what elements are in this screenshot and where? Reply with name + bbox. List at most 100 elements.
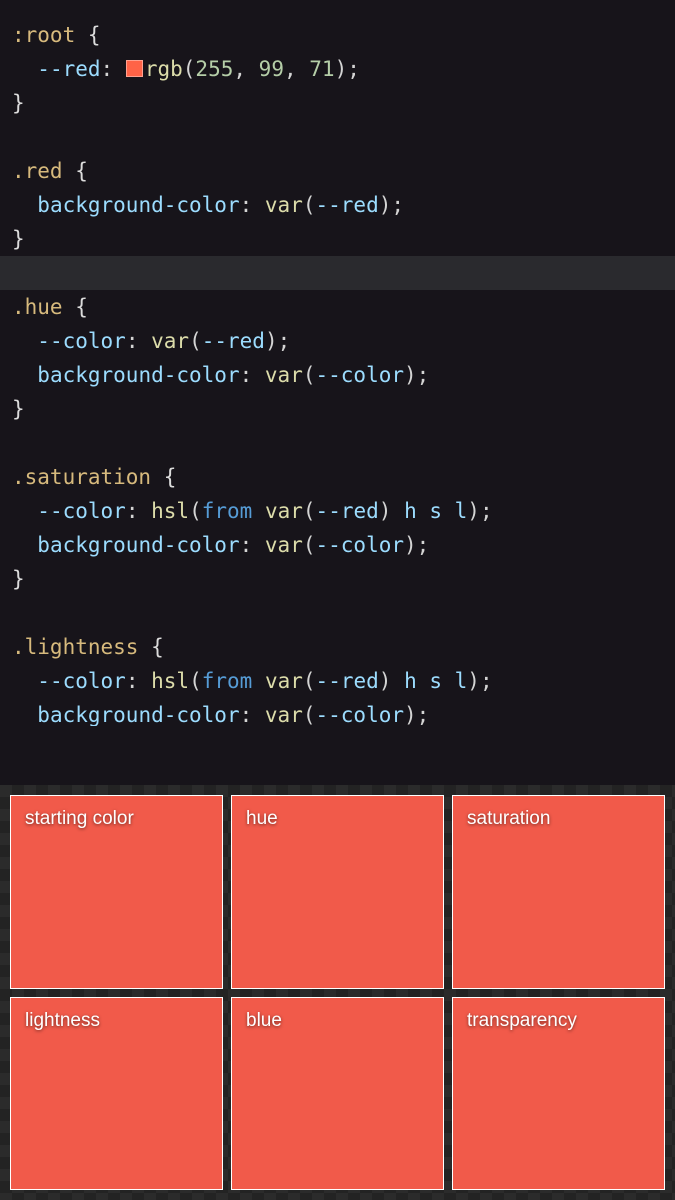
punct-token: ( [183,57,196,81]
swatch-label: blue [246,1010,282,1031]
punct-token: : [101,57,114,81]
prop-token: background-color [37,533,239,557]
code-editor[interactable]: :root { --red: rgb(255, 99, 71); } .red … [0,0,675,785]
punct-token: , [233,57,246,81]
code-line[interactable]: background-color: var(--color); [12,698,663,726]
func-token: var [265,533,303,557]
func-token: var [265,363,303,387]
punct-token: ( [303,703,316,726]
code-line[interactable]: --color: hsl(from var(--red) h s l); [12,664,663,698]
punct-token: ); [404,703,429,726]
brace-token: } [12,567,25,591]
prop-token: background-color [37,363,239,387]
swatch-label: lightness [25,1010,100,1031]
punct-token: ( [189,669,202,693]
color-swatch-icon[interactable] [126,60,143,77]
punct-token: ); [335,57,360,81]
brace-token: { [88,23,101,47]
code-line[interactable] [12,426,663,460]
code-line-highlighted[interactable] [0,256,675,290]
ident-token: h s l [404,669,467,693]
code-line[interactable]: } [12,392,663,426]
css-var-token: --color [37,669,126,693]
css-var-token: --red [316,193,379,217]
punct-token: ); [265,329,290,353]
brace-token: { [151,635,164,659]
code-line[interactable]: background-color: var(--red); [12,188,663,222]
code-line[interactable]: --color: hsl(from var(--red) h s l); [12,494,663,528]
punct-token: ( [303,363,316,387]
selector-token: .saturation [12,465,151,489]
code-line[interactable]: --color: var(--red); [12,324,663,358]
swatch-transparency: transparency [452,997,665,1191]
punct-token: : [240,193,253,217]
brace-token: { [164,465,177,489]
css-var-token: --color [316,533,405,557]
brace-token: } [12,227,25,251]
keyword-token: from [202,669,253,693]
swatch-hue: hue [231,795,444,989]
css-var-token: --color [37,499,126,523]
punct-token: ) [379,669,392,693]
swatch-label: starting color [25,808,134,829]
swatch-blue: blue [231,997,444,1191]
code-line[interactable]: --red: rgb(255, 99, 71); [12,52,663,86]
selector-token: .red [12,159,63,183]
css-var-token: --red [202,329,265,353]
swatch-label: hue [246,808,278,829]
func-token: hsl [151,669,189,693]
punct-token: , [284,57,297,81]
punct-token: ); [404,363,429,387]
swatch-label: transparency [467,1010,577,1031]
brace-token: { [75,295,88,319]
num-token: 99 [259,57,284,81]
punct-token: ); [404,533,429,557]
code-line[interactable]: .hue { [12,290,663,324]
punct-token: ( [303,669,316,693]
code-line[interactable]: background-color: var(--color); [12,528,663,562]
css-var-token: --color [316,703,405,726]
code-line[interactable] [12,596,663,630]
css-var-token: --color [37,329,126,353]
code-line[interactable]: } [12,562,663,596]
punct-token: ( [303,533,316,557]
punct-token: ( [303,499,316,523]
selector-token: :root [12,23,75,47]
punct-token: : [126,499,139,523]
code-line[interactable]: .red { [12,154,663,188]
brace-token: } [12,91,25,115]
code-line[interactable]: } [12,222,663,256]
code-line[interactable]: :root { [12,18,663,52]
num-token: 71 [309,57,334,81]
ident-token: h s l [404,499,467,523]
punct-token: ( [189,329,202,353]
code-line[interactable]: .lightness { [12,630,663,664]
code-line[interactable]: background-color: var(--color); [12,358,663,392]
css-var-token: --red [316,499,379,523]
func-token: rgb [145,57,183,81]
func-token: var [265,703,303,726]
selector-token: .hue [12,295,63,319]
func-token: var [151,329,189,353]
prop-token: background-color [37,703,239,726]
swatch-saturation: saturation [452,795,665,989]
css-var-token: --red [37,57,100,81]
code-line[interactable] [12,120,663,154]
swatch-label: saturation [467,808,550,829]
func-token: var [265,499,303,523]
swatch-starting-color: starting color [10,795,223,989]
code-line[interactable]: } [12,86,663,120]
punct-token: ( [189,499,202,523]
punct-token: : [126,669,139,693]
code-line[interactable]: .saturation { [12,460,663,494]
swatch-lightness: lightness [10,997,223,1191]
punct-token: : [240,533,253,557]
func-token: var [265,193,303,217]
punct-token: ); [379,193,404,217]
punct-token: : [240,703,253,726]
preview-grid: starting color hue saturation lightness … [0,785,675,1200]
num-token: 255 [195,57,233,81]
func-token: hsl [151,499,189,523]
punct-token: ) [379,499,392,523]
punct-token: ); [467,669,492,693]
